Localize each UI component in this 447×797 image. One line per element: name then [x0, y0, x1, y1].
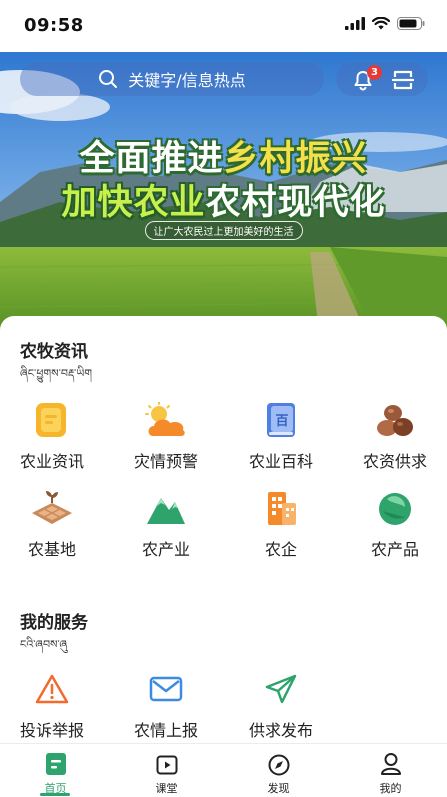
encyclopedia-icon: 百 — [267, 403, 295, 437]
home-icon — [45, 753, 66, 775]
grid-item-disaster-warning[interactable]: 灾情预警 — [116, 400, 216, 472]
signal-icon — [345, 17, 365, 30]
content-card: 农牧资讯 ཞིང་ཕྱུགས་བརྡ་ཡིག 农业资讯 灾情预警 百 农业百科 … — [0, 316, 447, 744]
grid-item-agri-encyclopedia[interactable]: 百 农业百科 — [231, 400, 331, 472]
notification-badge: 3 — [367, 65, 382, 80]
battery-icon — [397, 17, 425, 30]
status-time: 09:58 — [24, 15, 84, 36]
service-situation-report[interactable]: 农情上报 — [116, 669, 216, 741]
status-bar: 09:58 — [0, 0, 447, 52]
user-icon — [380, 753, 401, 775]
active-indicator — [40, 793, 70, 796]
service-complaint-report[interactable]: 投诉举报 — [2, 669, 102, 741]
scan-icon[interactable] — [392, 69, 414, 91]
bottom-nav: 首页 课堂 发现 我的 — [0, 743, 447, 797]
search-placeholder: 关键字/信息热点 — [128, 71, 246, 90]
grid-item-agri-products[interactable]: 农产品 — [345, 488, 445, 560]
grid-item-supply-demand[interactable]: 农资供求 — [345, 400, 445, 472]
grid-item-agri-enterprise[interactable]: 农企 — [231, 488, 331, 560]
hero-banner[interactable]: 关键字/信息热点 3 全面推进乡村振兴 加快农业农村现代化 让广大农民过上更加美… — [0, 52, 447, 342]
warning-icon — [35, 674, 69, 704]
search-bar[interactable]: 关键字/信息热点 — [20, 62, 324, 96]
nav-profile[interactable]: 我的 — [335, 744, 446, 797]
news-icon — [36, 403, 66, 437]
mail-icon — [149, 676, 183, 702]
grid-item-agri-news[interactable]: 农业资讯 — [2, 400, 102, 472]
send-icon — [265, 674, 297, 704]
wifi-icon — [372, 17, 390, 30]
nav-classroom[interactable]: 课堂 — [111, 744, 222, 797]
nav-home[interactable]: 首页 — [0, 744, 111, 797]
status-icons — [345, 17, 425, 30]
banner-headline-2: 加快农业农村现代化 — [61, 183, 386, 223]
header-actions: 3 — [336, 62, 428, 96]
video-icon — [156, 755, 177, 775]
grid-item-agri-industry[interactable]: 农产业 — [116, 488, 216, 560]
grid-item-farm-base[interactable]: 农基地 — [2, 488, 102, 560]
search-icon — [99, 70, 118, 88]
mountain-icon — [147, 498, 185, 524]
app-screen: 09:58 关键字/信息热点 3 全面推进乡村振兴 加快农业农村现代化 让广大农… — [0, 0, 447, 797]
nav-discover[interactable]: 发现 — [223, 744, 334, 797]
compass-icon — [268, 754, 289, 776]
svg-text:百: 百 — [275, 414, 288, 429]
banner-subtitle: 让广大农民过上更加美好的生活 — [0, 220, 447, 240]
farm-base-icon — [32, 491, 72, 524]
service-section-title: 我的服务 — [20, 613, 88, 633]
service-supply-publish[interactable]: 供求发布 — [231, 669, 331, 741]
beans-icon — [377, 405, 413, 436]
weather-warning-icon — [145, 402, 185, 436]
cabbage-icon — [379, 493, 411, 525]
service-section-subtitle: ངའི་ཞབས་ཞུ — [20, 638, 68, 651]
news-section-title: 农牧资讯 — [20, 342, 88, 362]
news-section-subtitle: ཞིང་ཕྱུགས་བརྡ་ཡིག — [20, 367, 93, 380]
building-icon — [268, 492, 296, 525]
